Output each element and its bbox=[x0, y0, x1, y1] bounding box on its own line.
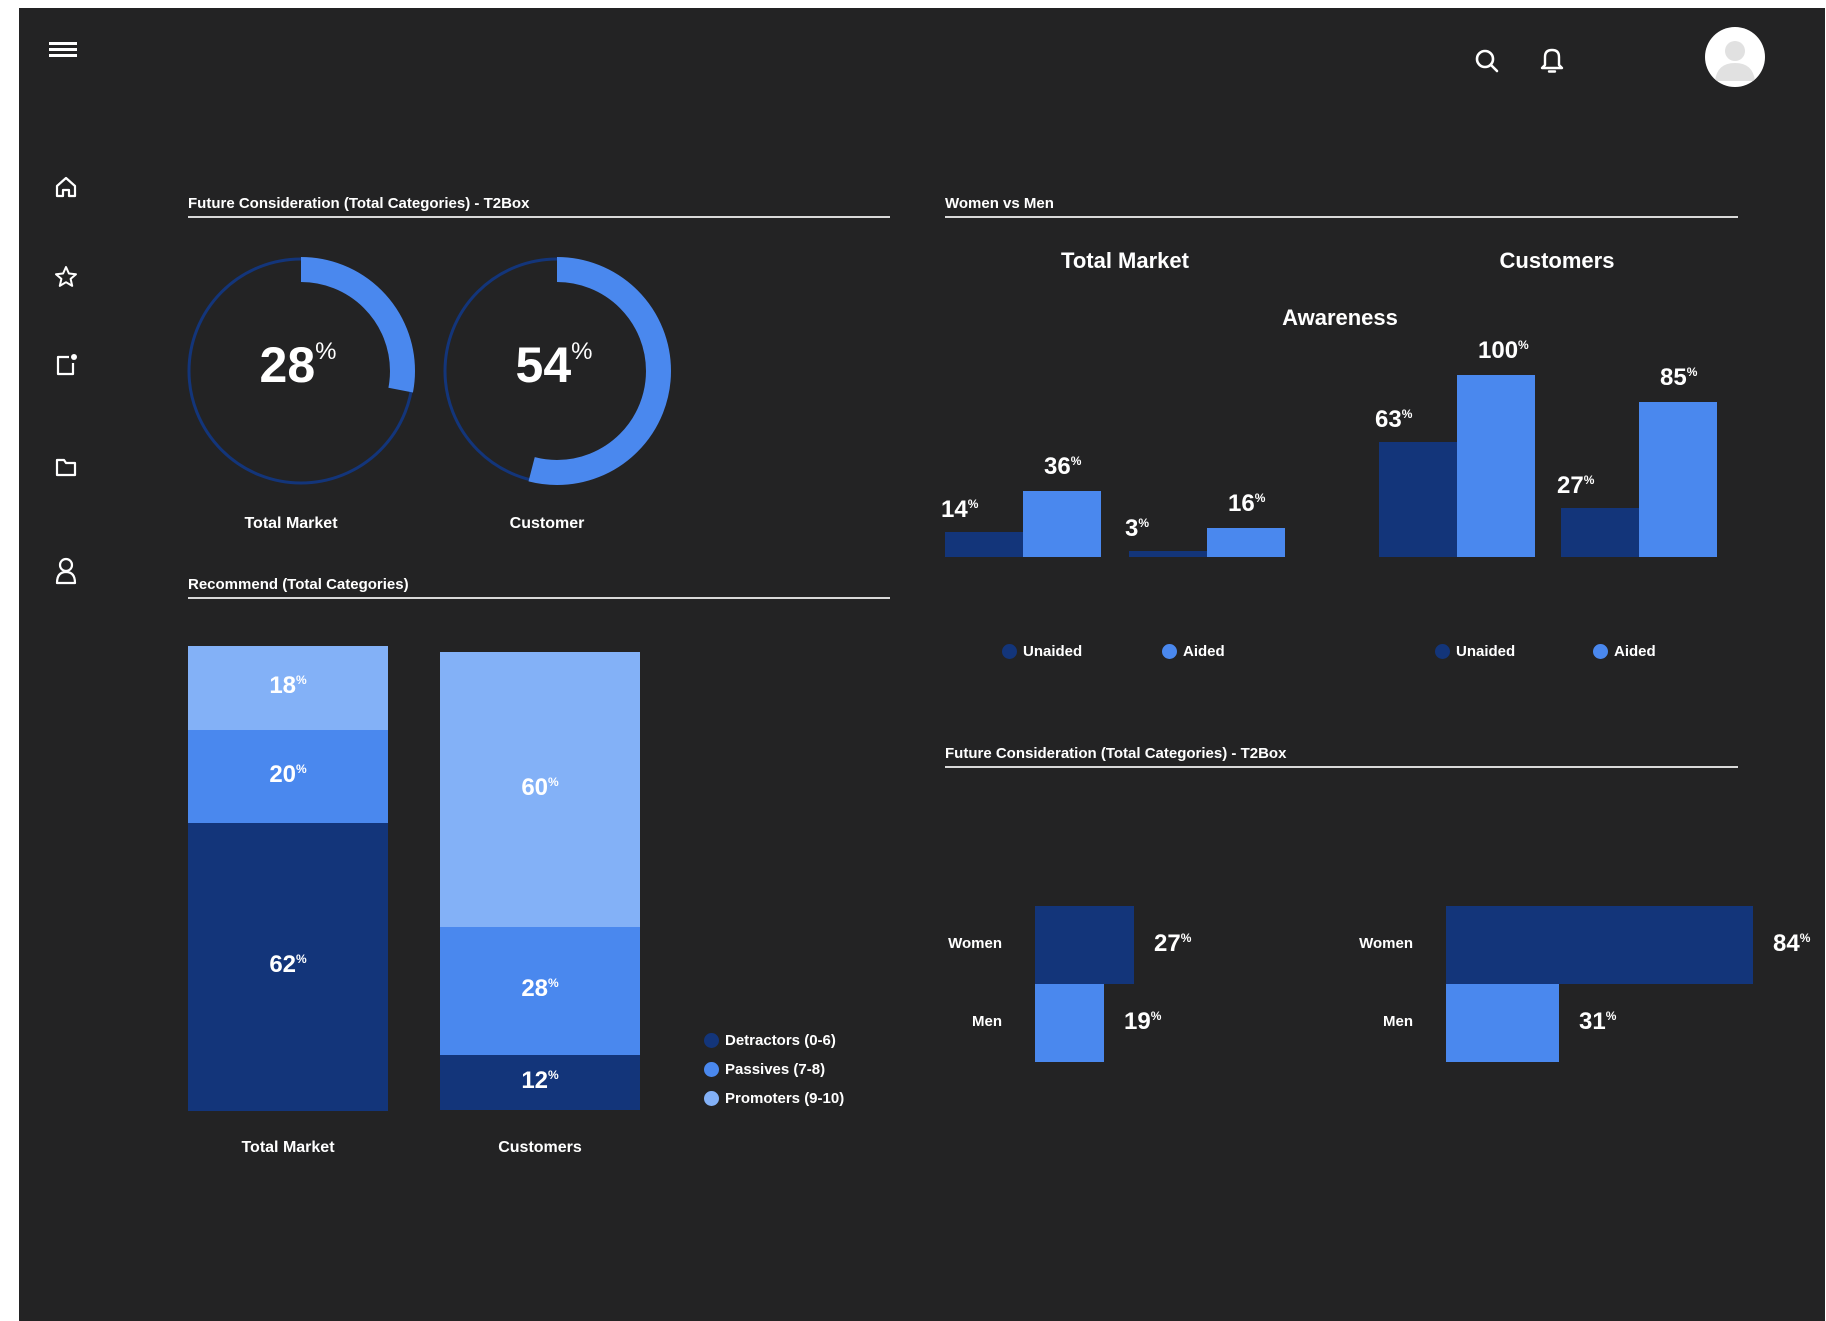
legend-label: Promoters (9-10) bbox=[725, 1090, 845, 1107]
stack-segment-label: 28% bbox=[521, 975, 559, 1002]
legend-passives: Passives (7-8) bbox=[704, 1061, 825, 1078]
awareness-value-label: 85% bbox=[1660, 364, 1698, 391]
legend-dot bbox=[704, 1091, 719, 1106]
legend-dot bbox=[1593, 644, 1608, 659]
hbar-value-label: 84% bbox=[1773, 930, 1811, 957]
legend-label: Aided bbox=[1614, 643, 1656, 660]
legend-label: Unaided bbox=[1456, 643, 1516, 660]
legend-aided-left: Aided bbox=[1162, 643, 1225, 660]
awareness-bar-aided bbox=[1457, 375, 1535, 557]
legend-dot bbox=[1435, 644, 1450, 659]
future-title: Future Consideration (Total Categories) … bbox=[945, 745, 1287, 762]
stack-segment: 60% bbox=[440, 652, 640, 927]
stacked-label-total-market: Total Market bbox=[241, 1139, 335, 1156]
legend-aided-right: Aided bbox=[1593, 643, 1656, 660]
legend-dot bbox=[704, 1033, 719, 1048]
legend-dot bbox=[704, 1062, 719, 1077]
hbar-label-men-right: Men bbox=[1383, 1013, 1413, 1030]
awareness-bar-aided bbox=[1023, 491, 1101, 557]
awareness-bar-unaided bbox=[945, 532, 1023, 557]
awareness-value-label: 36% bbox=[1044, 453, 1082, 480]
legend-detractors: Detractors (0-6) bbox=[704, 1032, 836, 1049]
hbar-women bbox=[1035, 906, 1134, 984]
future-rule bbox=[945, 766, 1738, 768]
awareness-value-label: 27% bbox=[1557, 472, 1595, 499]
legend-dot bbox=[1162, 644, 1177, 659]
stacked-label-customers: Customers bbox=[498, 1139, 582, 1156]
legend-unaided-left: Unaided bbox=[1002, 643, 1082, 660]
legend-promoters: Promoters (9-10) bbox=[704, 1090, 844, 1107]
awareness-value-label: 14% bbox=[941, 496, 979, 523]
awareness-value-label: 16% bbox=[1228, 490, 1266, 517]
awareness-value-label: 63% bbox=[1375, 406, 1413, 433]
awareness-bar-unaided bbox=[1129, 551, 1207, 557]
awareness-bar-aided bbox=[1639, 402, 1717, 557]
stack-segment-label: 12% bbox=[521, 1066, 559, 1094]
hbar-men bbox=[1035, 984, 1104, 1062]
legend-dot bbox=[1002, 644, 1017, 659]
awareness-bar-unaided bbox=[1561, 508, 1639, 557]
awareness-bar-aided bbox=[1207, 528, 1285, 557]
hbar-label-men-left: Men bbox=[972, 1013, 1002, 1030]
awareness-value-label: 3% bbox=[1125, 515, 1150, 542]
stacked-bar-total-market: 18% 20% 62% bbox=[188, 646, 388, 1111]
stack-segment-label: 18% bbox=[269, 672, 307, 699]
hbar-value-label: 19% bbox=[1124, 1008, 1162, 1035]
dashboard: Future Consideration (Total Categories) … bbox=[19, 8, 1825, 1321]
legend-label: Aided bbox=[1183, 643, 1225, 660]
stack-segment-label: 60% bbox=[521, 773, 559, 801]
hbar-men bbox=[1446, 984, 1559, 1062]
stack-segment: 62% bbox=[188, 823, 388, 1111]
legend-unaided-right: Unaided bbox=[1435, 643, 1515, 660]
stack-segment: 12% bbox=[440, 1055, 640, 1110]
hbar-label-women-left: Women bbox=[948, 935, 1002, 952]
hbar-label-women-right: Women bbox=[1359, 935, 1413, 952]
stack-segment-label: 62% bbox=[269, 951, 307, 978]
hbar-women bbox=[1446, 906, 1753, 984]
stack-segment: 20% bbox=[188, 730, 388, 823]
awareness-chart: 14% 36% 3% 16% 63% 100% 27% 85% bbox=[19, 8, 1825, 608]
legend-label: Passives (7-8) bbox=[725, 1061, 826, 1078]
legend-label: Detractors (0-6) bbox=[725, 1032, 836, 1049]
hbar-value-label: 27% bbox=[1154, 930, 1192, 957]
legend-label: Unaided bbox=[1023, 643, 1083, 660]
stack-segment: 28% bbox=[440, 927, 640, 1055]
awareness-value-label: 100% bbox=[1478, 337, 1529, 364]
stack-segment: 18% bbox=[188, 646, 388, 730]
awareness-bar-unaided bbox=[1379, 442, 1457, 557]
stack-segment-label: 20% bbox=[269, 760, 307, 788]
hbar-value-label: 31% bbox=[1579, 1008, 1617, 1035]
stacked-bar-customers: 60% 28% 12% bbox=[440, 652, 640, 1110]
